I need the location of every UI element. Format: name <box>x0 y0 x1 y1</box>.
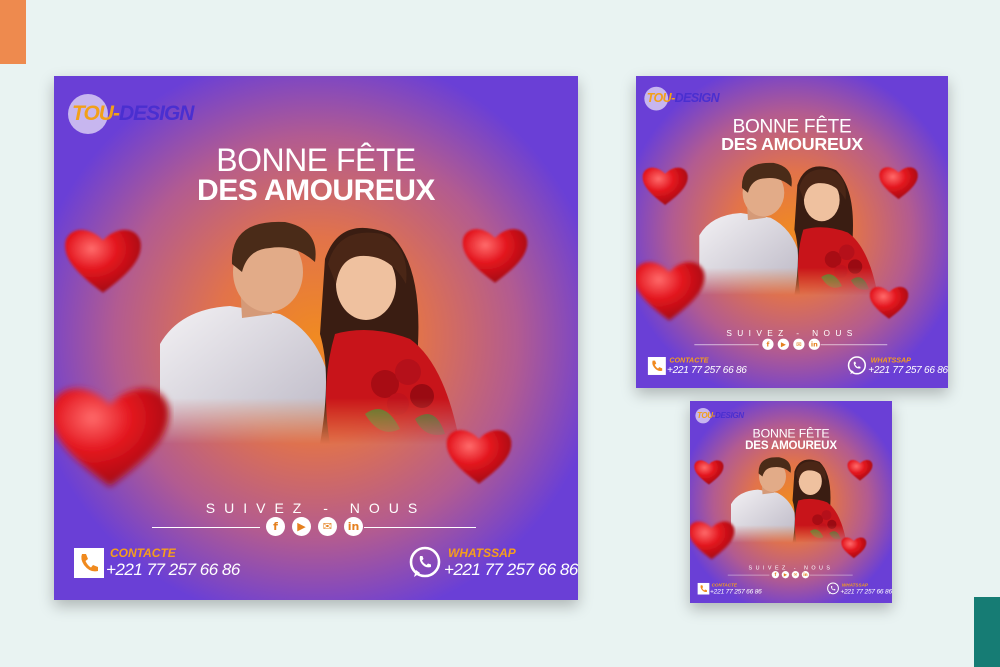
corner-accent-orange <box>0 0 26 64</box>
follow-us-label: SUIVEZ - NOUS <box>726 328 858 338</box>
whatsapp-number: +221 77 257 66 86 <box>444 560 578 579</box>
heart-icon <box>869 286 909 319</box>
facebook-icon[interactable]: f <box>266 517 285 536</box>
heart-icon <box>841 537 867 559</box>
corner-accent-teal <box>974 597 1000 667</box>
logo-text-tou: TOU- <box>646 91 676 106</box>
email-icon[interactable]: ✉ <box>791 571 800 579</box>
email-icon[interactable]: ✉ <box>318 517 337 536</box>
heart-icon <box>642 167 688 205</box>
divider-right <box>820 344 888 346</box>
couple-photo <box>699 162 878 296</box>
headline-line-2: DES AMOUREUX <box>197 174 435 207</box>
heart-icon <box>636 262 705 321</box>
couple-photo <box>730 457 847 543</box>
follow-us-label: SUIVEZ - NOUS <box>205 500 427 516</box>
heart-icon <box>694 460 724 485</box>
logo-text-tou: TOU- <box>72 102 120 125</box>
heart-icon <box>65 229 141 293</box>
headline-line-2: DES AMOUREUX <box>721 134 863 154</box>
heart-icon <box>847 460 873 481</box>
social-links: f ▶ ✉ in <box>266 517 366 539</box>
brand-logo: TOU-DESIGN <box>695 407 753 424</box>
facebook-icon[interactable]: f <box>762 338 774 350</box>
whatsapp-number: +221 77 257 66 86 <box>840 587 892 595</box>
logo-text-design: DESIGN <box>118 102 195 125</box>
contact-number: +221 77 257 66 86 <box>666 364 747 376</box>
phone-icon <box>697 582 710 595</box>
heart-icon <box>54 388 169 487</box>
poster-small: TOU-DESIGN BONNE FÊTE DES AMOUREUX SUIVE… <box>690 401 892 603</box>
contact-label: CONTACTE <box>110 546 176 560</box>
whatsapp-label: WHATSSAP <box>448 546 516 560</box>
whatsapp-label: WHATSSAP <box>870 355 911 365</box>
logo-text-design: DESIGN <box>674 91 720 106</box>
youtube-icon[interactable]: ▶ <box>292 517 311 536</box>
whatsapp-icon <box>847 356 867 375</box>
heart-icon <box>462 229 528 283</box>
linkedin-icon[interactable]: in <box>344 517 363 536</box>
brand-logo: TOU-DESIGN <box>68 94 218 134</box>
whatsapp-number: +221 77 257 66 86 <box>868 364 948 376</box>
poster-medium: TOU-DESIGN BONNE FÊTE DES AMOUREUX SUIVE… <box>636 76 948 388</box>
youtube-icon[interactable]: ▶ <box>781 571 790 579</box>
facebook-icon[interactable]: f <box>771 571 780 579</box>
phone-icon <box>74 548 104 578</box>
whatsapp-icon <box>409 546 441 578</box>
headline-line-2: DES AMOUREUX <box>745 438 837 452</box>
heart-icon <box>690 521 735 560</box>
divider-left <box>152 527 260 528</box>
contact-label: CONTACTE <box>669 355 709 365</box>
follow-us-label: SUIVEZ - NOUS <box>748 564 834 571</box>
social-links: f ▶ ✉ in <box>762 338 822 352</box>
heart-icon <box>446 430 512 484</box>
email-icon[interactable]: ✉ <box>793 338 805 350</box>
divider-right <box>364 527 476 528</box>
contact-number: +221 77 257 66 86 <box>106 560 240 579</box>
logo-text-tou: TOU- <box>696 411 716 420</box>
whatsapp-icon <box>827 582 839 595</box>
logo-text-design: DESIGN <box>715 411 744 420</box>
youtube-icon[interactable]: ▶ <box>777 338 790 350</box>
phone-icon <box>647 357 666 375</box>
social-links: f ▶ ✉ in <box>771 571 811 579</box>
contact-number: +221 77 257 66 86 <box>710 587 762 595</box>
divider-left <box>694 344 759 346</box>
brand-logo: TOU-DESIGN <box>644 86 733 111</box>
linkedin-icon[interactable]: in <box>801 571 810 579</box>
heart-icon <box>879 167 918 200</box>
poster-large: TOU-DESIGN BONNE FÊTE DES AMOUREUX SUIVE… <box>54 76 578 600</box>
couple-photo <box>160 221 460 444</box>
linkedin-icon[interactable]: in <box>808 338 820 350</box>
